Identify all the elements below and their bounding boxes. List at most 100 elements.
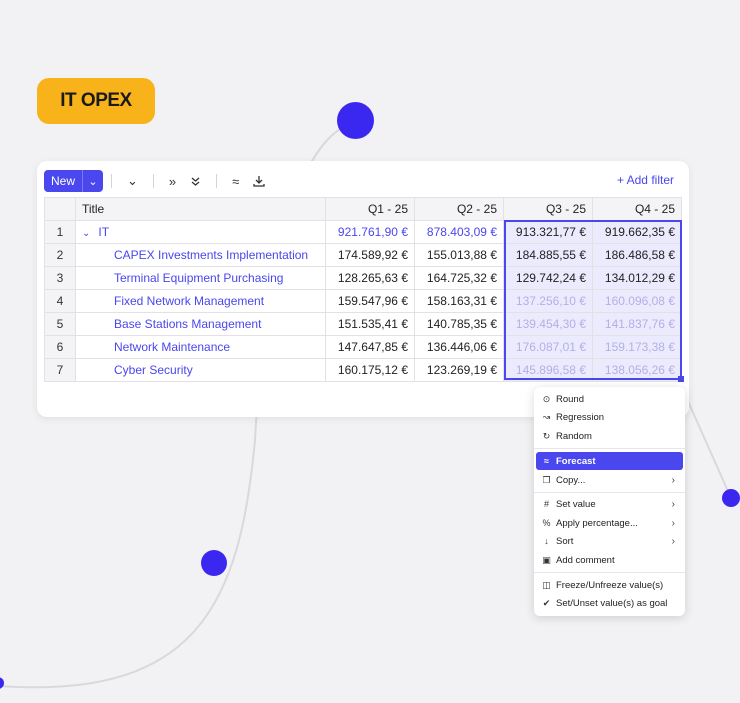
row-number: 1	[44, 220, 76, 244]
double-chevron-right-icon[interactable]: »	[169, 174, 176, 189]
row-number: 5	[44, 312, 76, 336]
column-header-q3[interactable]: Q3 - 25	[503, 197, 593, 221]
menu-item-goal[interactable]: ✔ Set/Unset value(s) as goal	[536, 594, 683, 612]
row-title[interactable]: Fixed Network Management	[75, 289, 326, 313]
menu-item-label: Apply percentage...	[556, 517, 638, 529]
cell-q1[interactable]: 921.761,90 €	[325, 220, 415, 244]
menu-item-regression[interactable]: ↝ Regression	[536, 408, 683, 426]
decorative-dot-right	[722, 489, 740, 507]
sort-icon: ↓	[544, 536, 549, 546]
download-icon[interactable]	[253, 175, 265, 187]
cell-q3[interactable]: 184.885,55 €	[503, 243, 593, 267]
chevron-right-icon: ›	[671, 498, 675, 510]
cell-q3[interactable]: 176.087,01 €	[503, 335, 593, 359]
forecast-icon: ≈	[544, 456, 549, 466]
round-icon: ⊙	[542, 393, 551, 404]
cell-q4[interactable]: 141.837,76 €	[592, 312, 682, 336]
menu-item-copy[interactable]: ❐ Copy... ›	[536, 471, 683, 489]
cell-q2[interactable]: 158.163,31 €	[414, 289, 504, 313]
selection-fill-handle[interactable]	[678, 376, 684, 382]
cell-q1[interactable]: 160.175,12 €	[325, 358, 415, 382]
row-title[interactable]: Network Maintenance	[75, 335, 326, 359]
menu-item-label: Set value	[556, 498, 596, 510]
menu-item-label: Set/Unset value(s) as goal	[556, 597, 668, 609]
row-title: IT	[98, 225, 110, 239]
cell-q1[interactable]: 151.535,41 €	[325, 312, 415, 336]
row-title[interactable]: Cyber Security	[75, 358, 326, 382]
forecast-icon[interactable]: ≈	[232, 174, 239, 189]
cell-q2[interactable]: 155.013,88 €	[414, 243, 504, 267]
menu-divider	[534, 492, 685, 493]
new-button[interactable]: New	[44, 170, 82, 192]
toolbar-divider	[216, 174, 218, 188]
new-dropdown-icon[interactable]: ⌄	[82, 170, 103, 192]
context-menu: ⊙ Round ↝ Regression ↻ Random ≈ Forecast ❐ Co…	[534, 387, 685, 616]
cell-q4[interactable]: 919.662,35 €	[592, 220, 682, 244]
menu-item-label: Sort	[556, 535, 574, 547]
menu-item-random[interactable]: ↻ Random	[536, 427, 683, 445]
cell-q4[interactable]: 159.173,38 €	[592, 335, 682, 359]
cell-q3[interactable]: 129.742,24 €	[503, 266, 593, 290]
table-row[interactable]: 7 Cyber Security 160.175,12 € 123.269,19…	[44, 358, 682, 382]
menu-item-sort[interactable]: ↓ Sort ›	[536, 532, 683, 550]
row-title-cell[interactable]: ⌄ IT	[75, 220, 326, 244]
cell-q3[interactable]: 137.256,10 €	[503, 289, 593, 313]
cell-q3[interactable]: 139.454,30 €	[503, 312, 593, 336]
random-icon: ↻	[542, 430, 551, 441]
row-number-header	[44, 197, 76, 221]
cell-q1[interactable]: 159.547,96 €	[325, 289, 415, 313]
column-header-title[interactable]: Title	[75, 197, 326, 221]
cell-q4[interactable]: 186.486,58 €	[592, 243, 682, 267]
cell-q3[interactable]: 913.321,77 €	[503, 220, 593, 244]
menu-item-add-comment[interactable]: ▣ Add comment	[536, 551, 683, 569]
cell-q4[interactable]: 134.012,29 €	[592, 266, 682, 290]
new-button-group: New ⌄	[44, 170, 104, 192]
table-row[interactable]: 2 CAPEX Investments Implementation 174.5…	[44, 243, 682, 267]
cell-q3[interactable]: 145.896,58 €	[503, 358, 593, 382]
menu-item-round[interactable]: ⊙ Round	[536, 390, 683, 408]
menu-item-set-value[interactable]: # Set value ›	[536, 495, 683, 513]
cell-q2[interactable]: 164.725,32 €	[414, 266, 504, 290]
comment-icon: ▣	[542, 554, 551, 565]
add-filter-button[interactable]: + Add filter	[617, 173, 674, 187]
cell-q2[interactable]: 878.403,09 €	[414, 220, 504, 244]
table-row[interactable]: 6 Network Maintenance 147.647,85 € 136.4…	[44, 335, 682, 359]
cell-q2[interactable]: 136.446,06 €	[414, 335, 504, 359]
chevron-right-icon: ›	[671, 535, 675, 547]
chevron-right-icon: ›	[671, 474, 675, 486]
cell-q1[interactable]: 128.265,63 €	[325, 266, 415, 290]
decorative-dot-top	[337, 102, 374, 139]
table-row[interactable]: 4 Fixed Network Management 159.547,96 € …	[44, 289, 682, 313]
menu-item-apply-percentage[interactable]: % Apply percentage... ›	[536, 514, 683, 532]
double-chevron-down-icon[interactable]	[190, 176, 201, 187]
menu-item-freeze[interactable]: ◫ Freeze/Unfreeze value(s)	[536, 576, 683, 594]
table-row[interactable]: 5 Base Stations Management 151.535,41 € …	[44, 312, 682, 336]
cell-q2[interactable]: 123.269,19 €	[414, 358, 504, 382]
spreadsheet-panel: New ⌄ ⌄ » ≈ + Add filter Title Q1 - 25 Q…	[37, 161, 689, 417]
table-row[interactable]: 3 Terminal Equipment Purchasing 128.265,…	[44, 266, 682, 290]
row-title[interactable]: Terminal Equipment Purchasing	[75, 266, 326, 290]
cell-q1[interactable]: 147.647,85 €	[325, 335, 415, 359]
menu-item-label: Forecast	[556, 455, 596, 467]
row-title[interactable]: Base Stations Management	[75, 312, 326, 336]
column-header-q1[interactable]: Q1 - 25	[325, 197, 415, 221]
percent-icon: %	[542, 518, 551, 528]
toolbar-divider	[111, 174, 113, 188]
column-header-q4[interactable]: Q4 - 25	[592, 197, 682, 221]
regression-icon: ↝	[542, 411, 551, 422]
expand-chevron-icon[interactable]: ⌄	[82, 228, 90, 239]
table-row[interactable]: 1 ⌄ IT 921.761,90 € 878.403,09 € 913.321,…	[44, 220, 682, 244]
menu-item-forecast[interactable]: ≈ Forecast	[536, 452, 683, 470]
table-header-row: Title Q1 - 25 Q2 - 25 Q3 - 25 Q4 - 25	[44, 197, 682, 221]
cell-q1[interactable]: 174.589,92 €	[325, 243, 415, 267]
cell-q4[interactable]: 138.056,26 €	[592, 358, 682, 382]
row-title[interactable]: CAPEX Investments Implementation	[75, 243, 326, 267]
chevron-down-icon[interactable]: ⌄	[127, 173, 138, 189]
cell-q2[interactable]: 140.785,35 €	[414, 312, 504, 336]
chevron-right-icon: ›	[671, 517, 675, 529]
cell-q4[interactable]: 160.096,08 €	[592, 289, 682, 313]
column-header-q2[interactable]: Q2 - 25	[414, 197, 504, 221]
menu-item-label: Round	[556, 393, 584, 405]
menu-item-label: Add comment	[556, 554, 615, 566]
toolbar-divider	[152, 174, 154, 188]
